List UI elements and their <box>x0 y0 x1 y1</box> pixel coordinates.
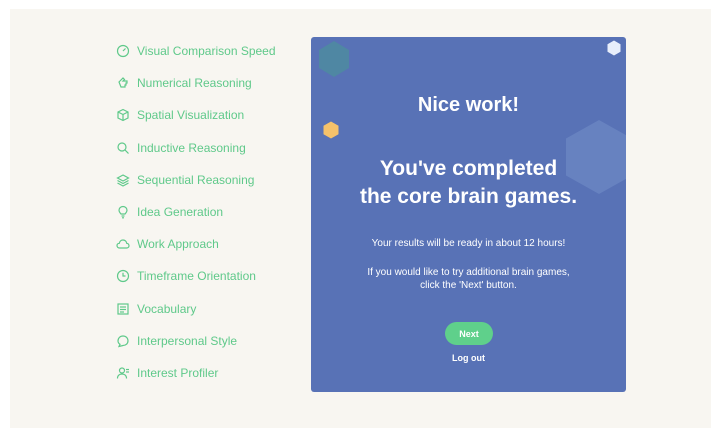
lightbulb-icon <box>116 205 130 219</box>
card-heading: Nice work! <box>417 94 520 116</box>
hexagon-decoration-white-icon <box>607 40 621 56</box>
card-subheading-line2: the core brain games. <box>359 185 578 208</box>
sidebar-item-work-approach[interactable]: Work Approach <box>116 237 306 269</box>
clock-icon <box>116 269 130 283</box>
sidebar-item-timeframe-orientation[interactable]: Timeframe Orientation <box>116 269 306 301</box>
sidebar-item-sequential-reasoning[interactable]: Sequential Reasoning <box>116 173 306 205</box>
next-button[interactable]: Next <box>445 322 493 345</box>
cube-icon <box>116 108 130 122</box>
sidebar-item-label: Timeframe Orientation <box>137 269 256 284</box>
sidebar-item-idea-generation[interactable]: Idea Generation <box>116 205 306 237</box>
sidebar-item-label: Inductive Reasoning <box>137 140 246 155</box>
sidebar-item-label: Interpersonal Style <box>137 333 238 348</box>
cloud-icon <box>116 237 130 251</box>
layers-icon <box>116 173 130 187</box>
logout-link[interactable]: Log out <box>311 353 626 363</box>
sidebar-item-numerical-reasoning[interactable]: Numerical Reasoning <box>116 76 306 108</box>
completion-card: Nice work! You've completed the core bra… <box>311 37 626 392</box>
sidebar-item-label: Interest Profiler <box>137 365 219 380</box>
additional-line2: click the 'Next' button. <box>420 280 517 291</box>
sidebar-item-visual-comparison-speed[interactable]: Visual Comparison Speed <box>116 44 306 76</box>
sidebar-item-vocabulary[interactable]: Vocabulary <box>116 302 306 334</box>
sidebar: Visual Comparison Speed Numerical Reason… <box>116 44 306 398</box>
additional-games-message: If you would like to try additional brai… <box>331 266 606 292</box>
card-subheading-line1: You've completed <box>379 157 558 180</box>
hexagon-decoration-orange-icon <box>323 121 339 139</box>
additional-line1: If you would like to try additional brai… <box>367 267 570 278</box>
book-icon <box>116 302 130 316</box>
card-subheading: You've completed the core brain games. <box>311 155 626 211</box>
sidebar-item-label: Spatial Visualization <box>137 108 245 123</box>
results-message: Your results will be ready in about 12 h… <box>371 238 566 249</box>
sidebar-item-interpersonal-style[interactable]: Interpersonal Style <box>116 334 306 366</box>
sidebar-item-interest-profiler[interactable]: Interest Profiler <box>116 366 306 398</box>
chat-bubbles-icon <box>116 334 130 348</box>
sidebar-item-label: Idea Generation <box>137 204 224 219</box>
sidebar-item-label: Work Approach <box>137 237 219 252</box>
hand-icon <box>116 76 130 90</box>
search-icon <box>116 141 130 155</box>
sidebar-item-label: Sequential Reasoning <box>137 172 255 187</box>
sidebar-item-label: Visual Comparison Speed <box>137 44 276 58</box>
user-profile-icon <box>116 366 130 380</box>
speedometer-icon <box>116 44 130 58</box>
hexagon-decoration-teal-icon <box>319 41 349 77</box>
sidebar-item-label: Numerical Reasoning <box>137 76 252 91</box>
sidebar-item-spatial-visualization[interactable]: Spatial Visualization <box>116 108 306 140</box>
sidebar-item-label: Vocabulary <box>137 301 197 316</box>
sidebar-item-inductive-reasoning[interactable]: Inductive Reasoning <box>116 141 306 173</box>
